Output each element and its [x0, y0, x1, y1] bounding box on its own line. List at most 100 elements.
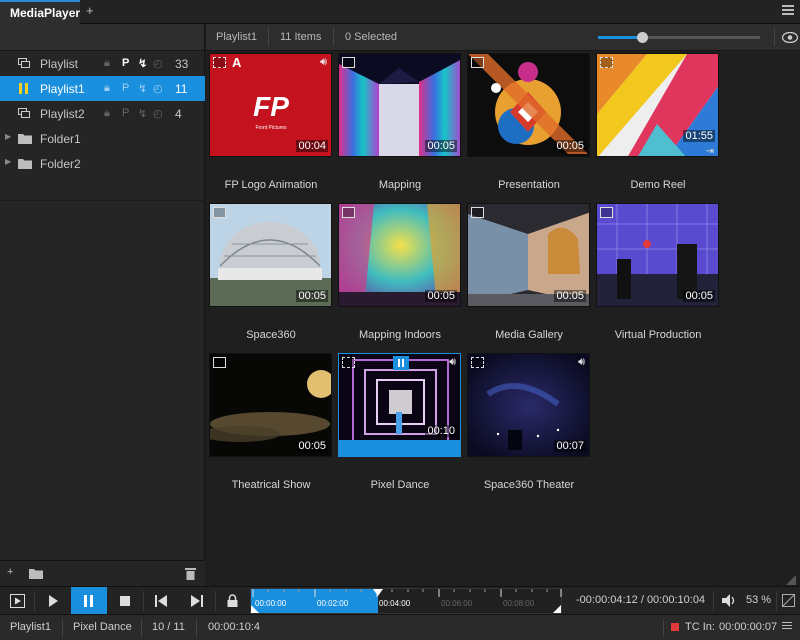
image-type-icon — [600, 207, 613, 218]
skip-to-next-icon: ⇥ — [705, 146, 714, 157]
status-current-media: Pixel Dance — [73, 621, 132, 633]
thumbnail: 01:55 ⇥ — [596, 53, 719, 157]
out-point-marker[interactable] — [553, 605, 561, 613]
media-card-virtual-production[interactable]: 00:05 Virtual Production — [593, 201, 720, 346]
thumbnail: 00:05 — [596, 203, 719, 307]
pause-button[interactable] — [71, 587, 107, 614]
duration-badge: 00:05 — [554, 290, 586, 302]
status-position: 10 / 11 — [152, 621, 185, 633]
image-type-icon — [342, 207, 355, 218]
transport-divider — [713, 591, 714, 611]
duration-badge: 00:05 — [554, 140, 586, 152]
tc-in-value: 00:00:00:07 — [719, 621, 778, 633]
mute-toggle-icon[interactable] — [782, 594, 795, 607]
add-tab-button[interactable]: + — [86, 3, 94, 18]
card-title: Mapping Indoors — [359, 329, 441, 341]
logo-caption: Front Pictures — [255, 125, 287, 131]
thumbnail-size-slider[interactable] — [598, 32, 760, 43]
autoplay-bolt-icon[interactable]: ↯ — [138, 82, 147, 95]
volume-icon[interactable] — [722, 594, 737, 607]
playlist-icon — [18, 108, 30, 118]
stop-button[interactable] — [107, 587, 143, 614]
video-type-icon — [471, 357, 484, 368]
new-folder-icon[interactable] — [29, 568, 43, 579]
browser-header: Playlist1 11 Items 0 Selected — [206, 24, 800, 51]
sidebar-item-label: Folder2 — [40, 157, 81, 171]
card-title: Space360 Theater — [483, 479, 575, 491]
timeline-tick: 00:08:00 — [503, 599, 535, 608]
sidebar-divider — [0, 200, 205, 201]
media-card-presentation[interactable]: 00:05 Presentation — [464, 51, 591, 196]
expand-caret-icon[interactable]: ▶ — [5, 157, 11, 166]
clock-icon[interactable]: ◴ — [153, 107, 163, 120]
tab-mediaplayer[interactable]: MediaPlayer — [0, 0, 80, 24]
media-card-space360[interactable]: 00:05 Space360 — [206, 201, 333, 346]
lock-icon[interactable]: 🔒︎ — [104, 82, 110, 95]
media-card-space360-theater[interactable]: 🔊︎ 00:07 Space360 Theater — [464, 351, 591, 496]
sidebar-item-folder1[interactable]: ▶ Folder1 — [0, 126, 205, 151]
sidebar-item-folder2[interactable]: ▶ Folder2 — [0, 151, 205, 176]
thumbnail: 00:05 — [209, 353, 332, 457]
breadcrumb-playlist: Playlist1 — [216, 31, 257, 43]
timeline-scrubber[interactable]: 00:00:00 00:02:00 00:04:00 00:06:00 00:0… — [250, 588, 562, 614]
pause-icon[interactable] — [393, 356, 409, 370]
playlist-tree: Playlist 🔒︎ P ↯ ◴ 33 Playlist1 🔒︎ P ↯ ◴ … — [0, 51, 205, 176]
lock-icon[interactable]: 🔒︎ — [104, 57, 110, 70]
clock-icon[interactable]: ◴ — [153, 82, 163, 95]
sidebar-toolbar: + — [0, 560, 205, 586]
media-card-pixel-dance[interactable]: 🔊︎ 00:10 Pixel Dance — [335, 351, 462, 496]
lock-button[interactable] — [215, 587, 251, 614]
timeline-tick: 00:06:00 — [441, 599, 473, 608]
header-divider — [774, 28, 775, 46]
in-point-marker[interactable] — [251, 605, 259, 613]
item-count: 33 — [175, 57, 189, 71]
media-card-mapping-indoors[interactable]: 00:05 Mapping Indoors — [335, 201, 462, 346]
media-card-demo-reel[interactable]: 01:55 ⇥ Demo Reel — [593, 51, 720, 196]
resize-grip-icon[interactable] — [786, 574, 796, 585]
status-elapsed: 00:00:10:4 — [208, 621, 260, 633]
playing-playlist-icon — [19, 83, 28, 94]
thumbnail: 00:05 — [338, 53, 461, 157]
preload-toggle[interactable]: P — [122, 82, 129, 94]
media-card-theatrical-show[interactable]: 00:05 Theatrical Show — [206, 351, 333, 496]
tc-in-label: TC In: — [685, 621, 715, 633]
eye-icon[interactable] — [782, 32, 798, 43]
preload-toggle[interactable]: P — [122, 57, 129, 69]
image-type-icon — [213, 357, 226, 368]
sidebar-item-playlist[interactable]: Playlist 🔒︎ P ↯ ◴ 33 — [0, 51, 205, 76]
hamburger-menu-icon[interactable] — [782, 5, 794, 16]
video-type-icon — [600, 57, 613, 68]
media-card-fp-logo[interactable]: FP Front Pictures A 🔊︎ 00:04 FP Logo Ani… — [206, 51, 333, 196]
status-playlist: Playlist1 — [10, 621, 51, 633]
trash-icon[interactable] — [185, 567, 196, 580]
previous-button[interactable] — [143, 587, 179, 614]
status-menu-icon[interactable] — [782, 620, 792, 631]
lock-icon[interactable]: 🔒︎ — [104, 107, 110, 120]
media-card-media-gallery[interactable]: 00:05 Media Gallery — [464, 201, 591, 346]
autoplay-bolt-icon[interactable]: ↯ — [138, 107, 147, 120]
card-title: Space360 — [246, 329, 296, 341]
add-playlist-button[interactable]: + — [7, 566, 13, 578]
expand-caret-icon[interactable]: ▶ — [5, 132, 11, 141]
duration-badge: 00:05 — [296, 290, 328, 302]
slider-fill — [598, 36, 642, 39]
preload-toggle[interactable]: P — [122, 107, 129, 119]
media-card-mapping[interactable]: 00:05 Mapping — [335, 51, 462, 196]
transport-divider — [776, 591, 777, 611]
duration-badge: 00:05 — [683, 290, 715, 302]
sidebar-item-playlist1[interactable]: Playlist1 🔒︎ P ↯ ◴ 11 — [0, 76, 205, 101]
clock-icon[interactable]: ◴ — [153, 57, 163, 70]
sidebar-item-label: Playlist2 — [40, 107, 85, 121]
next-button[interactable] — [179, 587, 215, 614]
auto-advance-badge: A — [232, 55, 242, 70]
play-playlist-button[interactable] — [0, 587, 36, 614]
card-title: Virtual Production — [614, 329, 702, 341]
autoplay-bolt-icon[interactable]: ↯ — [138, 57, 147, 70]
playhead-handle[interactable] — [373, 589, 384, 613]
selected-count: 0 Selected — [345, 31, 397, 43]
sidebar-item-playlist2[interactable]: Playlist2 🔒︎ P ↯ ◴ 4 — [0, 101, 205, 126]
duration-badge: 00:07 — [554, 440, 586, 452]
slider-handle[interactable] — [636, 32, 648, 43]
play-button[interactable] — [35, 587, 71, 614]
audio-icon: 🔊︎ — [320, 56, 327, 68]
